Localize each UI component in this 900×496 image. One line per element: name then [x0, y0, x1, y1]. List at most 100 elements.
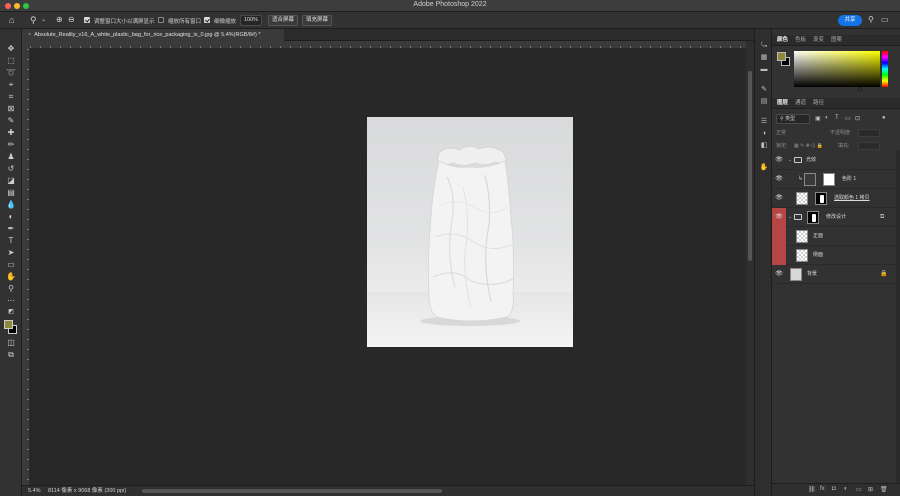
- dodge-tool-icon[interactable]: ◐: [5, 211, 17, 222]
- link-layers-icon[interactable]: ⛓: [808, 486, 816, 493]
- type-tool-icon[interactable]: T: [5, 235, 17, 246]
- layer-thumbnail[interactable]: [790, 268, 802, 281]
- document-image[interactable]: [367, 117, 573, 347]
- default-colors-icon[interactable]: ◩: [5, 307, 17, 318]
- history-brush-tool-icon[interactable]: ↺: [5, 163, 17, 174]
- layer-row[interactable]: 👁 ↳ 色阶 1: [772, 170, 896, 189]
- filter-adjustment-icon[interactable]: ◐: [825, 115, 829, 121]
- tab-channels[interactable]: 通道: [795, 98, 806, 109]
- smart-object-thumbnail[interactable]: [796, 249, 808, 262]
- layers-scrollbar[interactable]: [896, 150, 900, 483]
- eye-icon[interactable]: 👁: [772, 189, 786, 208]
- share-button[interactable]: 共享: [838, 15, 862, 26]
- zoom-tool-icon[interactable]: ⚲: [5, 283, 17, 294]
- horizontal-scrollbar-thumb[interactable]: [142, 489, 442, 493]
- status-doc-info[interactable]: 8114 像素 x 9068 像素 (300 ppi): [48, 486, 126, 496]
- status-zoom[interactable]: 5.4%: [28, 486, 41, 496]
- hue-slider[interactable]: [882, 51, 888, 87]
- color-panel-foreground[interactable]: [777, 52, 786, 61]
- frame-tool-icon[interactable]: ⊠: [5, 103, 17, 114]
- zoom-all-windows-checkbox[interactable]: [158, 17, 164, 23]
- eye-icon[interactable]: 👁: [772, 208, 786, 227]
- layer-row[interactable]: 侧面: [772, 246, 896, 265]
- crop-tool-icon[interactable]: ⌗: [5, 91, 17, 102]
- chevron-down-icon[interactable]: ⌄: [41, 15, 46, 25]
- filter-shape-icon[interactable]: ▭: [845, 115, 851, 122]
- home-icon[interactable]: ⌂: [9, 15, 14, 25]
- chevron-down-icon[interactable]: ⌄: [788, 151, 792, 170]
- color-picker-cursor[interactable]: [857, 87, 862, 92]
- fill-field[interactable]: [858, 142, 880, 150]
- layer-row[interactable]: 👁 背景 🔒: [772, 265, 896, 284]
- scrubby-zoom-checkbox[interactable]: [204, 17, 210, 23]
- brush-panel-icon[interactable]: ✎: [759, 85, 769, 95]
- paragraph-panel-icon[interactable]: ▤: [759, 97, 769, 107]
- layer-row[interactable]: 正面: [772, 227, 896, 246]
- blur-tool-icon[interactable]: 💧: [5, 199, 17, 210]
- filter-smart-icon[interactable]: ⊡: [855, 115, 860, 122]
- opacity-field[interactable]: [858, 129, 880, 137]
- new-adjustment-icon[interactable]: ◐: [844, 486, 848, 492]
- styles-panel-icon[interactable]: ◑: [759, 129, 769, 139]
- eye-icon[interactable]: 👁: [772, 151, 786, 170]
- resize-windows-checkbox[interactable]: [84, 17, 90, 23]
- ruler-origin[interactable]: [22, 41, 30, 49]
- clone-stamp-tool-icon[interactable]: ♟: [5, 151, 17, 162]
- layer-mask-thumbnail[interactable]: [823, 173, 835, 186]
- horizontal-ruler[interactable]: [30, 41, 746, 49]
- zoom-level-field[interactable]: 100%: [240, 15, 262, 26]
- layer-mask-thumbnail[interactable]: [807, 211, 819, 224]
- chevron-down-icon[interactable]: ⌄: [788, 208, 792, 227]
- tab-paths[interactable]: 路径: [813, 98, 824, 109]
- rectangle-tool-icon[interactable]: ▭: [5, 259, 17, 270]
- color-field[interactable]: [794, 51, 880, 92]
- layer-row[interactable]: 👁 选取颜色 1 拷贝: [772, 189, 896, 208]
- blend-mode-select[interactable]: 正常: [776, 130, 786, 136]
- hidden-eye-cell[interactable]: [772, 246, 786, 265]
- eraser-tool-icon[interactable]: ◪: [5, 175, 17, 186]
- object-select-tool-icon[interactable]: ⌖: [5, 79, 17, 90]
- brush-tool-icon[interactable]: ✏: [5, 139, 17, 150]
- lock-icons[interactable]: ▦ ✎ ✥ ⊡ 🔒: [794, 141, 823, 151]
- hand-tool-icon[interactable]: ✋: [5, 271, 17, 282]
- fill-screen-button[interactable]: 填充屏幕: [302, 15, 332, 26]
- smart-object-thumbnail[interactable]: [796, 230, 808, 243]
- pen-tool-icon[interactable]: ✒: [5, 223, 17, 234]
- vertical-ruler[interactable]: [22, 49, 30, 485]
- more-tools-icon[interactable]: ⋯: [5, 295, 17, 306]
- workspace-icon[interactable]: ▭: [881, 15, 889, 24]
- levels-adjustment-icon[interactable]: [804, 173, 816, 186]
- quick-mask-icon[interactable]: ◫: [5, 337, 17, 348]
- delete-layer-icon[interactable]: 🗑: [880, 486, 888, 493]
- path-select-tool-icon[interactable]: ➤: [5, 247, 17, 258]
- filter-pixel-icon[interactable]: ▣: [815, 115, 821, 122]
- lock-icon[interactable]: 🔒: [880, 265, 887, 284]
- lasso-tool-icon[interactable]: ➰: [5, 67, 17, 78]
- eye-icon[interactable]: 👁: [772, 170, 786, 189]
- fit-screen-button[interactable]: 适合屏幕: [268, 15, 298, 26]
- foreground-color-swatch[interactable]: [4, 320, 13, 329]
- screen-mode-icon[interactable]: ⧉: [5, 349, 17, 360]
- zoom-out-icon[interactable]: ⊖: [68, 15, 75, 25]
- eye-icon[interactable]: 👁: [772, 265, 786, 284]
- layer-row[interactable]: 👁 ⌄ 修改设计 ⧉: [772, 208, 896, 227]
- adjustments-panel-icon[interactable]: ☰: [759, 117, 769, 127]
- zoom-in-icon[interactable]: ⊕: [56, 15, 63, 25]
- vertical-scrollbar[interactable]: [746, 41, 754, 485]
- marquee-tool-icon[interactable]: ⬚: [5, 55, 17, 66]
- fx-icon[interactable]: fx: [820, 486, 825, 492]
- move-tool-icon[interactable]: ✥: [5, 43, 17, 54]
- zoom-icon[interactable]: ⚲: [30, 15, 37, 25]
- healing-brush-tool-icon[interactable]: ✚: [5, 127, 17, 138]
- libraries-panel-icon[interactable]: ◧: [759, 141, 769, 151]
- layer-row[interactable]: 👁 ⌄ 光效: [772, 151, 896, 170]
- layer-thumbnail[interactable]: [796, 192, 808, 205]
- layer-mask-thumbnail[interactable]: [815, 192, 827, 205]
- new-group-icon[interactable]: ▭: [856, 486, 862, 493]
- hidden-eye-cell[interactable]: [772, 227, 786, 246]
- document-tab[interactable]: × Absolute_Reality_v16_A_white_plastic_ba…: [22, 29, 284, 41]
- filter-toggle-icon[interactable]: ●: [882, 115, 886, 121]
- history-panel-icon[interactable]: ⤿: [759, 41, 769, 51]
- tab-layers[interactable]: 图层: [777, 98, 788, 109]
- vertical-scrollbar-thumb[interactable]: [748, 71, 752, 261]
